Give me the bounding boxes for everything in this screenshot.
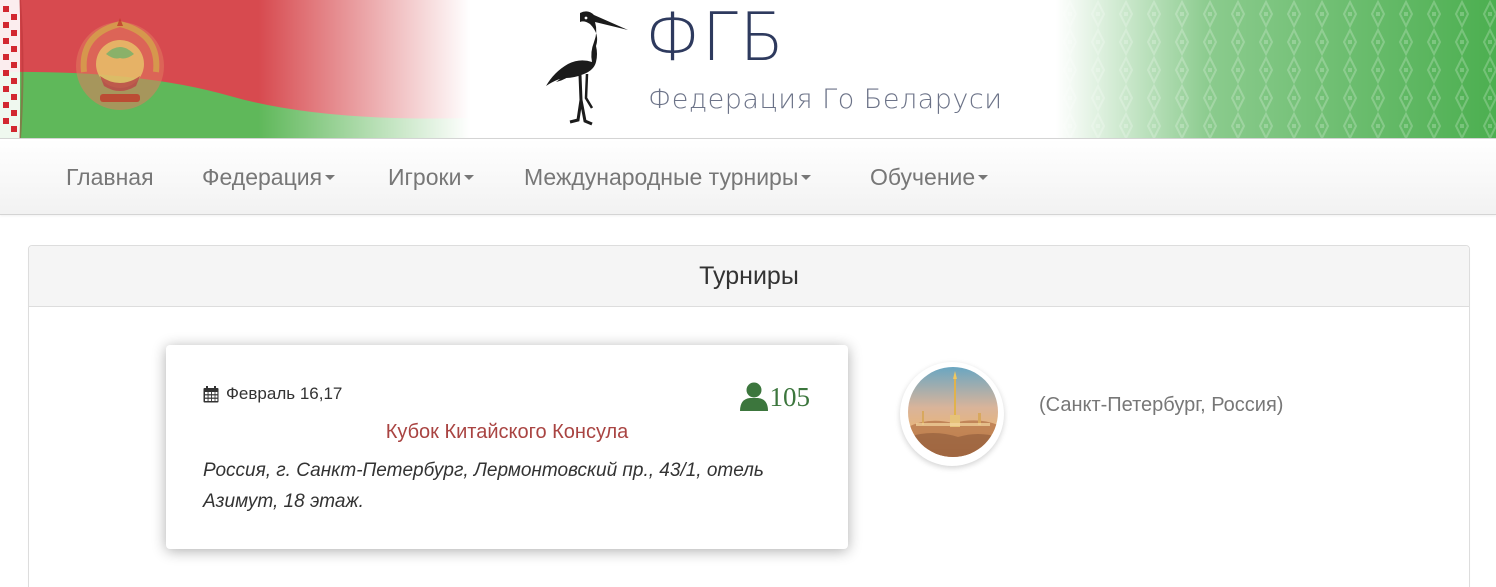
tournament-city: (Санкт-Петербург, Россия): [1039, 394, 1284, 416]
user-icon: [739, 382, 768, 411]
nav-item-learning[interactable]: Обучение: [870, 164, 989, 190]
logo-full-name: Федерация Го Беларуси: [648, 84, 1003, 115]
caret-down-icon: [978, 174, 989, 180]
nav-item-home[interactable]: Главная: [66, 164, 154, 190]
tournament-date-text: Февраль 16,17: [226, 384, 343, 403]
nav-item-label: Игроки: [388, 164, 462, 190]
nav-item-label: Международные турниры: [524, 164, 799, 190]
tournament-title-link[interactable]: Кубок Китайского Консула: [166, 421, 848, 444]
caret-down-icon: [325, 174, 336, 180]
players-count: 105: [769, 382, 811, 412]
belarus-emblem-icon: [76, 18, 164, 110]
belarus-flag-right: [1056, 0, 1496, 138]
city-avatar: [900, 362, 1004, 466]
saint-petersburg-city-image: [908, 367, 998, 457]
tournament-address: Россия, г. Санкт-Петербург, Лермонтовски…: [203, 460, 764, 512]
players-count-badge: 105: [739, 381, 811, 412]
logo-abbreviation: ФГБ: [645, 0, 786, 77]
nav-item-federation[interactable]: Федерация: [202, 164, 336, 190]
site-banner: ФГБ Федерация Го Беларуси: [0, 0, 1496, 138]
calendar-icon: [203, 385, 219, 402]
nav-item-players[interactable]: Игроки: [388, 164, 475, 190]
tournament-card: Февраль 16,17 105 Кубок Китайского Консу…: [166, 345, 848, 549]
main-navbar: Главная Федерация Игроки Международные т…: [0, 138, 1496, 215]
nav-item-label: Федерация: [202, 164, 323, 190]
tournament-date: Февраль 16,17: [203, 384, 342, 404]
nav-item-label: Обучение: [870, 164, 976, 190]
nav-item-international-tournaments[interactable]: Международные турниры: [524, 164, 812, 190]
nav-item-label: Главная: [66, 164, 154, 190]
caret-down-icon: [464, 174, 475, 180]
panel-title: Турниры: [29, 246, 1469, 307]
caret-down-icon: [801, 174, 812, 180]
stork-logo-icon: [546, 11, 628, 126]
